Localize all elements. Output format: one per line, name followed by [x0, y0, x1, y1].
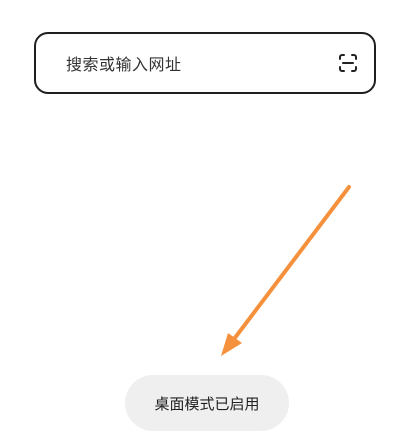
toast-message: 桌面模式已启用 — [154, 394, 260, 413]
scan-button[interactable] — [334, 49, 362, 77]
address-bar-placeholder: 搜索或输入网址 — [66, 55, 182, 74]
scan-icon — [339, 54, 357, 72]
address-bar[interactable]: 搜索或输入网址 — [34, 32, 376, 94]
toast: 桌面模式已启用 — [125, 375, 289, 431]
